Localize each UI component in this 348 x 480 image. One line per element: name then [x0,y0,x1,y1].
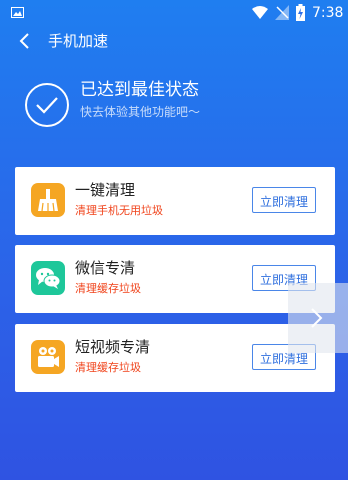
card-title: 微信专清 [75,259,136,277]
card-description: 清理缓存垃圾 [75,282,141,295]
card-short-video-clean[interactable]: 短视频专清 清理缓存垃圾 立即清理 [15,324,335,392]
status-bar: 7:38 [0,0,348,26]
card-one-key-clean[interactable]: 一键清理 清理手机无用垃圾 立即清理 [15,167,335,235]
chevron-right-icon [311,308,323,328]
battery-icon [296,4,305,21]
optimization-status: 已达到最佳状态 快去体验其他功能吧～ [0,72,348,142]
back-arrow-icon[interactable] [18,32,32,50]
image-notification-icon [11,7,24,18]
signal-icon [275,5,289,20]
clock: 7:38 [312,5,344,21]
next-page-button[interactable] [288,283,348,353]
card-wechat-clean[interactable]: 微信专清 清理缓存垃圾 立即清理 [15,245,335,313]
card-title: 一键清理 [75,181,136,199]
status-title: 已达到最佳状态 [80,80,199,100]
check-circle-icon [25,83,69,127]
card-description: 清理缓存垃圾 [75,361,141,374]
wifi-icon [252,6,268,19]
card-title: 短视频专清 [75,338,151,356]
page-title: 手机加速 [48,32,109,50]
wechat-icon [31,261,65,295]
app-bar: 手机加速 [0,26,348,58]
broom-icon [31,183,65,217]
card-description: 清理手机无用垃圾 [75,204,163,217]
clean-now-button[interactable]: 立即清理 [252,187,316,213]
video-camera-icon [31,340,65,374]
status-subtitle: 快去体验其他功能吧～ [80,105,201,119]
